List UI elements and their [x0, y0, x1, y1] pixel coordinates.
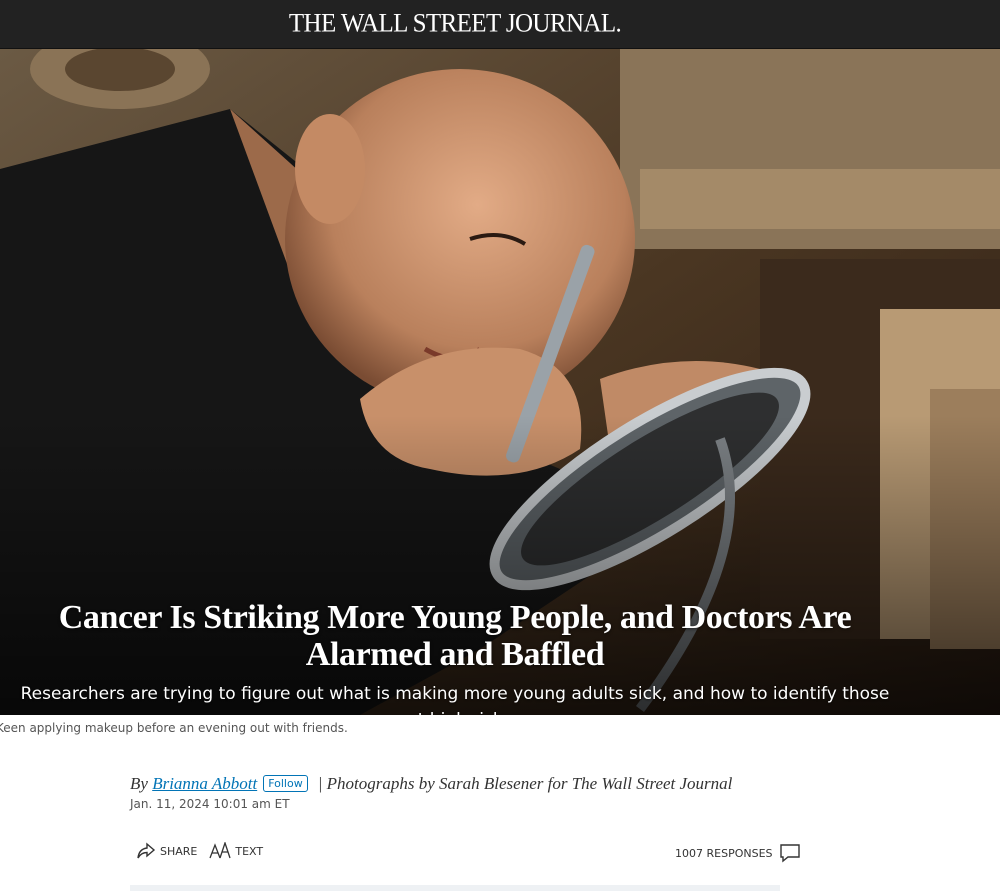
article-tools: SHARE TEXT [136, 842, 275, 860]
share-icon [137, 842, 156, 859]
section-divider [130, 885, 780, 891]
comment-icon [779, 844, 800, 863]
responses-button[interactable]: 1007 RESPONSES [675, 843, 801, 863]
text-size-button[interactable]: TEXT [209, 842, 263, 860]
photo-credit: | Photographs by Sarah Blesener for The … [317, 774, 733, 793]
article-dek: Researchers are trying to figure out wha… [20, 684, 890, 715]
share-button[interactable]: SHARE [136, 842, 197, 860]
author-link[interactable]: Brianna Abbott [152, 774, 257, 793]
byline-prefix: By [130, 774, 148, 793]
hero-text: Cancer Is Striking More Young People, an… [0, 599, 910, 715]
byline: By Brianna Abbott Follow | Photographs by … [130, 774, 732, 794]
masthead: THE WALL STREET JOURNAL. [0, 0, 1000, 49]
hero-image: Cancer Is Striking More Young People, an… [0, 49, 1000, 715]
text-size-icon [209, 842, 231, 859]
wsj-logo[interactable]: THE WALL STREET JOURNAL. [0, 9, 910, 38]
article-headline: Cancer Is Striking More Young People, an… [58, 599, 852, 673]
follow-button[interactable]: Follow [263, 775, 308, 792]
share-label: SHARE [160, 844, 198, 858]
photo-caption: Keen applying makeup before an evening o… [0, 721, 348, 735]
text-label: TEXT [235, 844, 264, 858]
responses-label: 1007 RESPONSES [675, 846, 773, 860]
publish-date: Jan. 11, 2024 10:01 am ET [130, 797, 290, 811]
